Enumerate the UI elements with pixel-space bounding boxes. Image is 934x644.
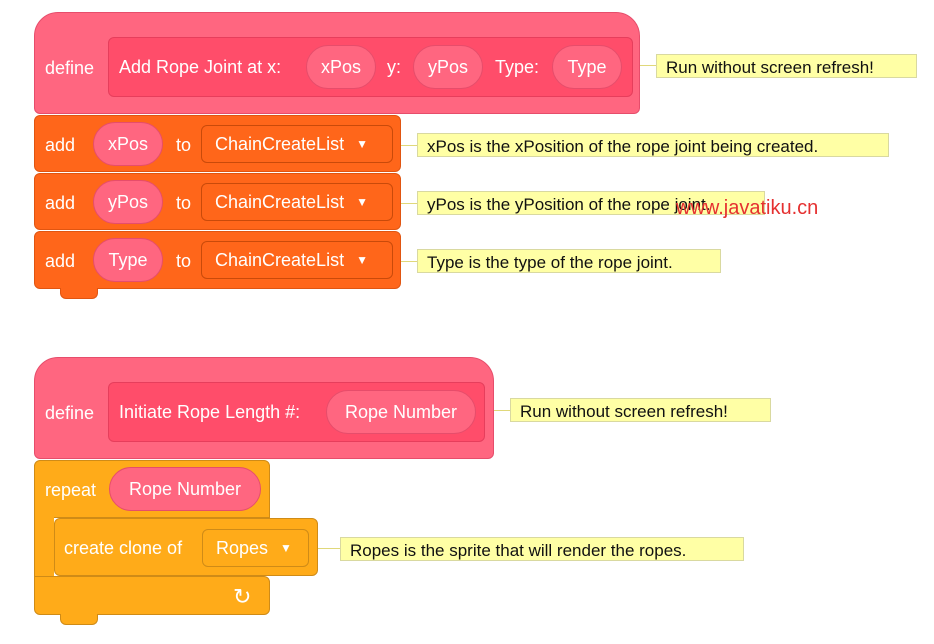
xpos-comment[interactable]: xPos is the xPosition of the rope joint … <box>417 133 889 157</box>
add-to-list-block[interactable]: add xPos to ChainCreateList ▼ <box>34 115 401 172</box>
label-y: y: <box>387 57 402 77</box>
chevron-down-icon: ▼ <box>356 137 368 151</box>
value-reporter-type[interactable]: Type <box>93 238 163 282</box>
block-bottom-notch <box>60 288 98 299</box>
repeat-count-reporter[interactable]: Rope Number <box>109 467 261 511</box>
argument-xpos[interactable]: xPos <box>306 45 376 89</box>
list-dropdown[interactable]: ChainCreateList ▼ <box>201 183 393 221</box>
chevron-down-icon: ▼ <box>280 541 292 555</box>
block-bottom-notch <box>60 614 98 625</box>
to-label: to <box>176 193 192 213</box>
add-label: add <box>45 251 76 271</box>
chevron-down-icon: ▼ <box>356 253 368 267</box>
add-label: add <box>45 193 76 213</box>
argument-ypos[interactable]: yPos <box>413 45 483 89</box>
watermark: www.javatiku.cn <box>676 197 819 219</box>
repeat-label: repeat <box>45 480 97 500</box>
procedure-name: Initiate Rope Length #: <box>119 402 301 422</box>
chevron-down-icon: ▼ <box>356 195 368 209</box>
define-comment[interactable]: Run without screen refresh! <box>510 398 771 422</box>
procedure-name: Add Rope Joint at x: <box>119 57 282 77</box>
procedure-prototype[interactable]: Add Rope Joint at x: xPos y: yPos Type: … <box>108 37 633 97</box>
loop-arrow-icon: ↻ <box>233 584 252 609</box>
argument-type[interactable]: Type <box>552 45 622 89</box>
create-clone-label: create clone of <box>64 538 183 558</box>
procedure-prototype[interactable]: Initiate Rope Length #: Rope Number <box>108 382 485 442</box>
repeat-block[interactable]: repeat Rope Number <box>34 460 270 518</box>
clone-target-dropdown[interactable]: Ropes ▼ <box>202 529 309 567</box>
label-type: Type: <box>495 57 540 77</box>
repeat-block-bottom: ↻ <box>34 576 270 615</box>
add-label: add <box>45 135 76 155</box>
value-reporter-ypos[interactable]: yPos <box>93 180 163 224</box>
list-dropdown[interactable]: ChainCreateList ▼ <box>201 125 393 163</box>
add-to-list-block[interactable]: add yPos to ChainCreateList ▼ <box>34 173 401 230</box>
define-comment[interactable]: Run without screen refresh! <box>656 54 917 78</box>
create-clone-block[interactable]: create clone of Ropes ▼ <box>54 518 318 576</box>
argument-rope-number[interactable]: Rope Number <box>326 390 476 434</box>
type-comment[interactable]: Type is the type of the rope joint. <box>417 249 721 273</box>
value-reporter-xpos[interactable]: xPos <box>93 122 163 166</box>
add-to-list-block[interactable]: add Type to ChainCreateList ▼ <box>34 231 401 289</box>
ropes-comment[interactable]: Ropes is the sprite that will render the… <box>340 537 744 561</box>
define-block-initiate-rope-length[interactable]: define Initiate Rope Length #: Rope Numb… <box>34 357 494 459</box>
to-label: to <box>176 135 192 155</box>
define-label: define <box>45 58 95 78</box>
list-dropdown[interactable]: ChainCreateList ▼ <box>201 241 393 279</box>
define-label: define <box>45 403 95 423</box>
to-label: to <box>176 251 192 271</box>
define-block-add-rope-joint[interactable]: define Add Rope Joint at x: xPos y: yPos… <box>34 12 640 114</box>
